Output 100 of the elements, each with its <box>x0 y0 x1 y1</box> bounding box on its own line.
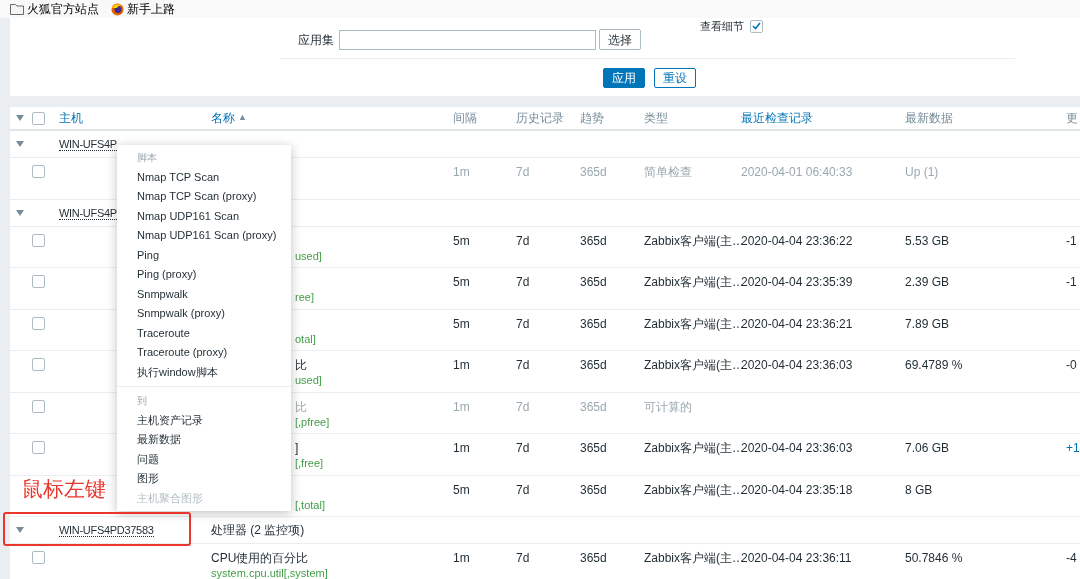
table-cell: 365d <box>580 233 607 248</box>
table-cell: Up (1) <box>905 165 939 179</box>
table-cell: 2.39 GB <box>905 275 950 289</box>
menu-item[interactable]: Traceroute (proxy) <box>117 343 291 363</box>
table-cell: 5.53 GB <box>905 233 950 248</box>
table-cell: 可计算的 <box>644 399 692 414</box>
table-cell: 7d <box>516 316 530 331</box>
item-key: [,total] <box>295 497 453 513</box>
table-cell: 365d <box>580 165 607 179</box>
item-key: system.cpu.util[,system] <box>211 566 453 579</box>
item-key: used] <box>295 248 453 264</box>
table-cell: 2020-04-04 23:35:18 <box>741 482 853 497</box>
row-checkbox[interactable] <box>32 275 45 288</box>
table-cell: 2020-04-04 23:36:11 <box>741 551 852 565</box>
table-cell: 7d <box>516 399 530 414</box>
table-cell: -0 <box>1066 358 1077 372</box>
table-cell: 365d <box>580 482 607 497</box>
field-label: 应用集 <box>298 31 334 49</box>
item-key: otal] <box>295 331 453 347</box>
table-cell: 1m <box>453 358 470 372</box>
column-header: 最新数据 <box>905 110 953 127</box>
table-cell: 365d <box>580 441 607 455</box>
row-checkbox[interactable] <box>32 233 45 247</box>
select-button[interactable]: 选择 <box>599 29 641 50</box>
apply-button[interactable]: 应用 <box>603 68 645 88</box>
annotation-text: 鼠标左键 <box>22 476 106 502</box>
reset-button[interactable]: 重设 <box>654 68 696 88</box>
row-checkbox[interactable] <box>32 551 45 564</box>
host-link[interactable]: WIN-UFS4PD37583 <box>59 524 154 537</box>
item-name: CPU使用的百分比 <box>211 551 310 566</box>
menu-item[interactable]: Snmpwalk <box>117 284 291 304</box>
row-checkbox[interactable] <box>32 165 45 178</box>
item-name: 比 <box>295 358 308 373</box>
menu-item[interactable]: 执行window脚本 <box>117 362 291 382</box>
column-header[interactable]: 主机 <box>59 109 83 127</box>
table-cell: 2020-04-04 23:36:03 <box>741 441 853 455</box>
table-cell: 2020-04-04 23:36:21 <box>741 316 853 331</box>
table-cell: 365d <box>580 551 607 565</box>
menu-item[interactable]: Nmap UDP161 Scan <box>117 206 291 226</box>
item-key: [,free] <box>295 456 453 471</box>
item-key: ree] <box>295 290 453 305</box>
column-header[interactable]: 名称 <box>211 109 235 127</box>
menu-item[interactable]: Ping (proxy) <box>117 265 291 285</box>
column-header: 类型 <box>644 110 668 127</box>
menu-item[interactable]: 主机资产记录 <box>117 410 291 430</box>
table-cell: 5m <box>453 233 470 248</box>
table-cell: 5m <box>453 482 470 497</box>
menu-item[interactable]: Snmpwalk (proxy) <box>117 304 291 324</box>
table-cell: 7d <box>516 482 530 497</box>
column-header: 历史记录 <box>516 110 564 127</box>
row-checkbox[interactable] <box>32 441 45 454</box>
select-all-checkbox[interactable] <box>32 111 45 125</box>
table-cell: 1m <box>453 165 470 179</box>
bookmark-link[interactable]: 火狐官方站点 <box>27 0 99 18</box>
row-checkbox[interactable] <box>32 358 45 371</box>
menu-section-header: 脚本 <box>136 151 158 165</box>
menu-item[interactable]: 图形 <box>117 469 291 489</box>
menu-item[interactable]: 最新数据 <box>117 430 291 450</box>
menu-item[interactable]: Nmap UDP161 Scan (proxy) <box>117 226 291 246</box>
item-name: 比 <box>295 399 308 415</box>
row-checkbox[interactable] <box>32 316 45 330</box>
item-key: used] <box>295 373 453 388</box>
table-cell: 1m <box>453 551 470 565</box>
application-name: 处理器 (2 监控项) <box>211 523 305 537</box>
table-cell: -1 <box>1066 233 1077 248</box>
row-checkbox[interactable] <box>32 399 45 413</box>
table-cell: 1m <box>453 441 470 455</box>
table-cell: 365d <box>580 316 607 331</box>
menu-item[interactable]: Nmap TCP Scan <box>117 167 291 187</box>
column-header: 更 <box>1066 110 1078 127</box>
menu-section-header: 到 <box>136 394 148 408</box>
table-cell: +1 <box>1066 441 1080 455</box>
globe-icon <box>111 2 124 16</box>
folder-icon <box>10 3 24 15</box>
table-cell: 365d <box>580 358 607 372</box>
table-cell: 2020-04-04 23:36:03 <box>741 358 853 372</box>
table-cell: 2020-04-04 23:36:22 <box>741 233 853 248</box>
checkbox-label: 查看细节 <box>700 19 744 34</box>
host-link[interactable]: WIN-UFS4P <box>59 138 117 151</box>
item-name: ] <box>295 441 300 456</box>
menu-item[interactable]: 问题 <box>117 449 291 469</box>
table-cell: -1 <box>1066 275 1077 289</box>
table-cell: 8 GB <box>905 482 933 497</box>
column-header: 间隔 <box>453 110 477 127</box>
menu-item[interactable]: Traceroute <box>117 323 291 343</box>
table-cell: 1m <box>453 399 470 414</box>
bookmark-link[interactable]: 新手上路 <box>127 0 175 18</box>
menu-item[interactable]: Nmap TCP Scan (proxy) <box>117 187 291 207</box>
table-cell: 365d <box>580 275 607 289</box>
table-cell: 7d <box>516 165 530 179</box>
table-cell: 5m <box>453 316 470 331</box>
column-header: 趋势 <box>580 110 604 127</box>
table-cell: 5m <box>453 275 470 289</box>
host-link[interactable]: WIN-UFS4P <box>59 206 117 220</box>
view-details-checkbox[interactable] <box>750 19 763 33</box>
table-cell: 7d <box>516 551 530 565</box>
application-field[interactable] <box>339 29 596 50</box>
menu-item[interactable]: Ping <box>117 245 291 265</box>
column-header[interactable]: 最近检查记录 <box>741 109 813 127</box>
table-cell: 7d <box>516 275 530 289</box>
